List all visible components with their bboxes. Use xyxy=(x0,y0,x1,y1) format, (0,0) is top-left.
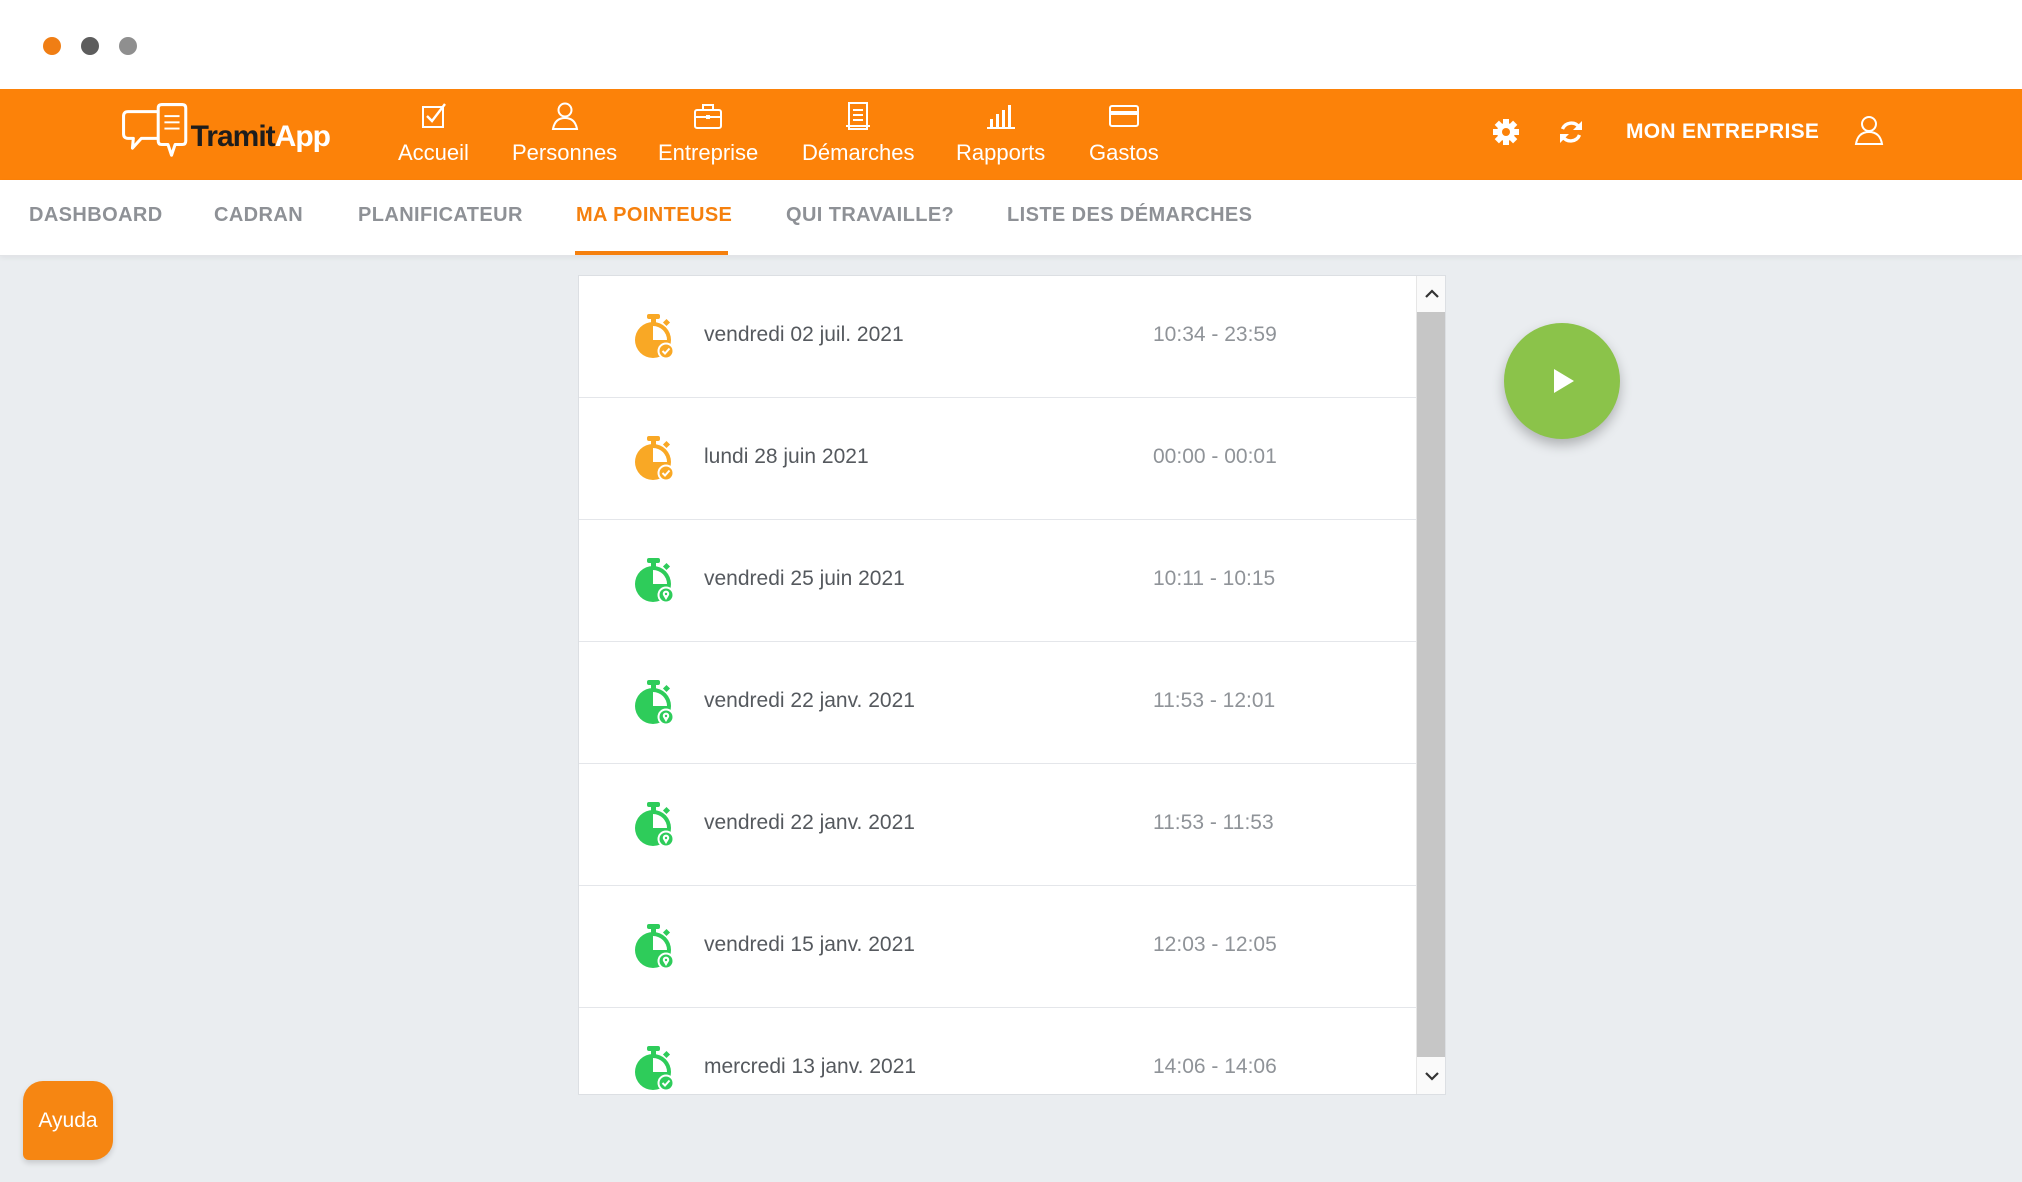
stopwatch-pin-icon xyxy=(635,924,675,970)
nav-entreprise-label: Entreprise xyxy=(658,140,759,165)
active-tab-indicator xyxy=(575,251,728,255)
refresh-icon[interactable] xyxy=(1555,116,1587,148)
tab-qui-travaille[interactable]: QUI TRAVAILLE? xyxy=(786,204,954,227)
briefcase-icon xyxy=(694,104,723,129)
scrollbar-thumb[interactable] xyxy=(1417,312,1445,1057)
entry-date: mercredi 13 janv. 2021 xyxy=(704,1055,917,1078)
person-icon xyxy=(551,102,578,130)
entry-time-range: 00:00 - 00:01 xyxy=(1153,445,1277,468)
stopwatch-pin-icon xyxy=(635,558,675,604)
tab-planificateur[interactable]: PLANIFICATEUR xyxy=(358,204,523,227)
entry-time-range: 11:53 - 11:53 xyxy=(1153,811,1274,834)
entry-date: vendredi 22 janv. 2021 xyxy=(704,689,915,712)
stopwatch-check-icon xyxy=(635,1046,675,1092)
app-logo[interactable]: TramitApp xyxy=(120,100,331,166)
window-maximize-dot[interactable] xyxy=(119,37,137,55)
entry-time-range: 10:11 - 10:15 xyxy=(1153,567,1276,590)
entry-date: vendredi 15 janv. 2021 xyxy=(704,933,915,956)
tab-cadran[interactable]: CADRAN xyxy=(214,204,303,227)
nav-personnes[interactable]: Personnes xyxy=(512,97,617,173)
nav-accueil[interactable]: Accueil xyxy=(398,97,469,173)
time-entries-list: vendredi 02 juil. 2021 10:34 - 23:59 lun… xyxy=(578,275,1446,1095)
list-item[interactable]: lundi 28 juin 2021 00:00 - 00:01 xyxy=(579,398,1416,520)
entry-time-range: 11:53 - 12:01 xyxy=(1153,689,1276,712)
nav-demarches-label: Démarches xyxy=(802,140,915,165)
tab-ma-pointeuse[interactable]: MA POINTEUSE xyxy=(576,204,732,227)
list-item[interactable]: vendredi 25 juin 2021 10:11 - 10:15 xyxy=(579,520,1416,642)
nav-demarches[interactable]: Démarches xyxy=(802,97,914,173)
entry-date: vendredi 22 janv. 2021 xyxy=(704,811,915,834)
entry-time-range: 10:34 - 23:59 xyxy=(1153,323,1277,346)
gear-icon[interactable] xyxy=(1490,116,1522,148)
speech-bubbles-icon xyxy=(122,103,188,157)
nav-gastos-label: Gastos xyxy=(1089,140,1159,165)
scroll-up-button[interactable] xyxy=(1417,280,1445,308)
bar-chart-icon xyxy=(986,105,1015,129)
window-minimize-dot[interactable] xyxy=(81,37,99,55)
checkbox-icon xyxy=(422,103,447,128)
tab-liste-des-demarches[interactable]: LISTE DES DÉMARCHES xyxy=(1007,204,1252,227)
list-item[interactable]: vendredi 22 janv. 2021 11:53 - 11:53 xyxy=(579,764,1416,886)
entry-time-range: 12:03 - 12:05 xyxy=(1153,933,1277,956)
chevron-up-icon xyxy=(1424,289,1439,298)
stopwatch-pin-icon xyxy=(635,680,675,726)
entry-date: vendredi 25 juin 2021 xyxy=(704,567,905,590)
entry-date: lundi 28 juin 2021 xyxy=(704,445,869,468)
entry-date: vendredi 02 juil. 2021 xyxy=(704,323,904,346)
entry-time-range: 14:06 - 14:06 xyxy=(1153,1055,1277,1078)
list-item[interactable]: mercredi 13 janv. 2021 14:06 - 14:06 xyxy=(579,1008,1416,1094)
chevron-down-icon xyxy=(1424,1072,1439,1081)
stopwatch-check-icon xyxy=(635,314,675,360)
play-icon xyxy=(1554,369,1574,393)
brand-name: TramitApp xyxy=(190,120,331,153)
list-item[interactable]: vendredi 02 juil. 2021 10:34 - 23:59 xyxy=(579,276,1416,398)
nav-rapports-label: Rapports xyxy=(956,140,1046,165)
scroll-down-button[interactable] xyxy=(1417,1062,1445,1090)
help-button[interactable]: Ayuda xyxy=(23,1081,113,1160)
list-item[interactable]: vendredi 22 janv. 2021 11:53 - 12:01 xyxy=(579,642,1416,764)
document-icon xyxy=(846,102,871,130)
stopwatch-check-icon xyxy=(635,436,675,482)
window-titlebar xyxy=(0,0,2022,89)
start-clock-button[interactable] xyxy=(1504,323,1620,439)
nav-gastos[interactable]: Gastos xyxy=(1089,97,1159,173)
window-close-dot[interactable] xyxy=(43,37,61,55)
user-icon[interactable] xyxy=(1853,114,1885,146)
stopwatch-pin-icon xyxy=(635,802,675,848)
nav-entreprise[interactable]: Entreprise xyxy=(658,97,758,173)
tab-dashboard[interactable]: DASHBOARD xyxy=(29,204,163,227)
credit-card-icon xyxy=(1108,105,1139,127)
list-item[interactable]: vendredi 15 janv. 2021 12:03 - 12:05 xyxy=(579,886,1416,1008)
nav-rapports[interactable]: Rapports xyxy=(956,97,1045,173)
nav-personnes-label: Personnes xyxy=(512,140,618,165)
company-menu[interactable]: MON ENTREPRISE xyxy=(1626,120,1819,144)
nav-accueil-label: Accueil xyxy=(398,140,469,165)
